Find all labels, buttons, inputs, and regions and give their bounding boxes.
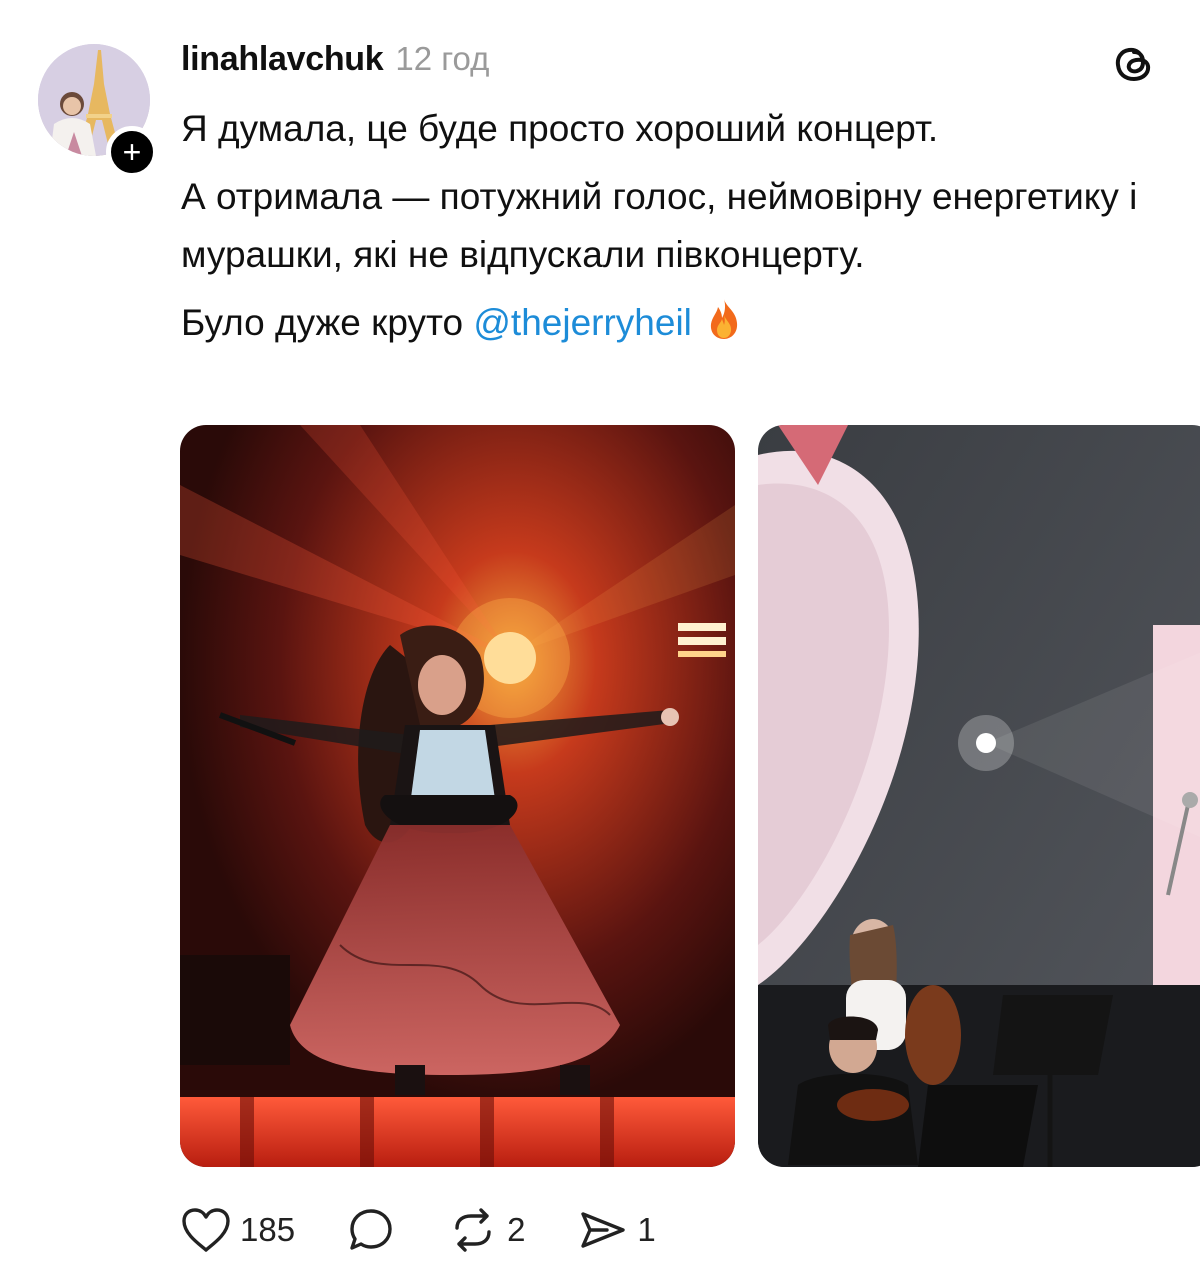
like-action[interactable]: 185 — [180, 1206, 295, 1254]
send-icon — [577, 1206, 629, 1254]
post-photo-2[interactable] — [758, 425, 1200, 1167]
post-line-3: Було дуже круто @thejerryheil — [181, 294, 1161, 358]
share-count: 1 — [637, 1211, 656, 1248]
repost-arrows-icon — [447, 1206, 499, 1254]
mention-link[interactable]: @thejerryheil — [473, 302, 692, 343]
repost-count: 2 — [507, 1211, 526, 1248]
post-line-1: Я думала, це буде просто хороший концерт… — [181, 108, 939, 149]
follow-button[interactable]: + — [106, 126, 158, 178]
comment-action[interactable] — [347, 1206, 395, 1254]
share-action[interactable]: 1 — [577, 1206, 656, 1254]
author-avatar[interactable]: + — [38, 44, 158, 178]
threads-logo-icon — [1112, 42, 1156, 86]
fire-emoji — [704, 297, 744, 358]
post-header: linahlavchuk 12 год — [181, 40, 489, 79]
post-line-2: А отримала — потужний голос, неймовірну … — [181, 176, 1138, 275]
username-link[interactable]: linahlavchuk — [181, 40, 384, 79]
post-line-3-text: Було дуже круто — [181, 302, 474, 343]
post-actions-bar: 185 2 1 — [180, 1200, 708, 1260]
heart-icon — [180, 1206, 232, 1254]
post-timestamp: 12 год — [395, 40, 490, 77]
like-count: 185 — [240, 1211, 296, 1248]
post-photo-1[interactable] — [180, 425, 735, 1167]
post-body: Я думала, це буде просто хороший концерт… — [181, 100, 1161, 368]
repost-action[interactable]: 2 — [447, 1206, 525, 1254]
comment-bubble-icon — [347, 1206, 395, 1254]
